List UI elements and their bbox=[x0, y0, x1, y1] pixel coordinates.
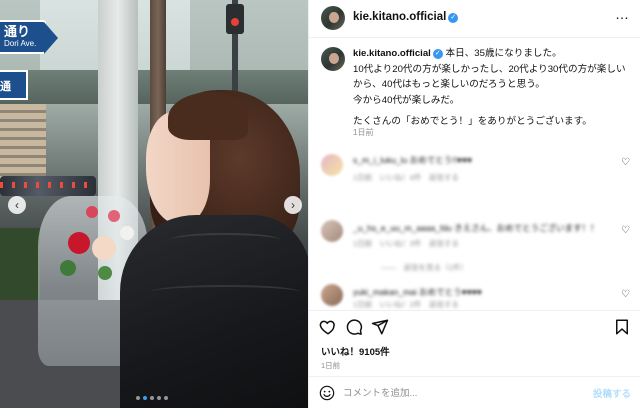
comment-input[interactable] bbox=[343, 385, 583, 401]
comment-like-icon[interactable]: ♡ bbox=[621, 158, 631, 168]
person-bangs bbox=[168, 92, 248, 140]
post-actions bbox=[309, 310, 640, 340]
flower bbox=[108, 210, 120, 222]
flower bbox=[120, 226, 134, 240]
commenter-avatar[interactable] bbox=[321, 284, 343, 306]
post-photo[interactable]: 通り Dori Ave. 通 ‹ › bbox=[0, 0, 308, 408]
carousel-next-button[interactable]: › bbox=[284, 196, 302, 214]
photo-tail-lights bbox=[0, 182, 96, 188]
author-username-line: kie.kitano.official ✓ bbox=[353, 11, 459, 23]
comment-meta[interactable]: 1日前 いいね！4件 返信する bbox=[353, 172, 459, 183]
comment-like-icon[interactable]: ♡ bbox=[621, 226, 631, 236]
like-count[interactable]: いいね！9105件 bbox=[321, 344, 390, 358]
flower bbox=[86, 206, 98, 218]
verified-badge-icon: ✓ bbox=[448, 13, 459, 23]
carousel-dot bbox=[157, 396, 161, 400]
caption-text-line: 今から40代が楽しみだ。 bbox=[353, 94, 460, 106]
carousel-dot bbox=[164, 396, 168, 400]
comment-meta[interactable]: 1日前 いいね！2件 返信する bbox=[353, 299, 459, 310]
comment-text: yuki_makan_mai おめでとう♥♥♥♥ bbox=[353, 287, 482, 297]
flower bbox=[68, 232, 90, 254]
photo-traffic-signal bbox=[226, 4, 244, 34]
caption-author-avatar[interactable] bbox=[321, 47, 345, 71]
post-caption: kie.kitano.official ✓ 本日、35歳になりました。 10代より… bbox=[353, 46, 631, 130]
bookmark-icon[interactable] bbox=[613, 318, 631, 336]
more-options-icon[interactable]: … bbox=[615, 6, 630, 22]
carousel-dot bbox=[150, 396, 154, 400]
post-comment-button[interactable]: 投稿する bbox=[593, 386, 631, 400]
post-date: 1日前 bbox=[321, 361, 341, 370]
caption-username[interactable]: kie.kitano.official bbox=[353, 48, 431, 59]
caption-first-line: kie.kitano.official ✓ 本日、35歳になりました。 bbox=[353, 46, 631, 62]
share-send-icon[interactable] bbox=[371, 318, 389, 336]
like-heart-icon[interactable] bbox=[319, 318, 337, 336]
street-sign-arrow bbox=[44, 22, 58, 54]
flower bbox=[98, 266, 112, 280]
photo-hedge bbox=[0, 228, 40, 308]
photo-building bbox=[0, 104, 46, 184]
flower bbox=[92, 236, 116, 260]
caption-text-line: たくさんの「おめでとう！」をありがとうございます。 bbox=[353, 116, 592, 128]
post-details-panel: kie.kitano.official ✓ … kie.kitano.offici… bbox=[308, 0, 640, 408]
person-coat bbox=[120, 215, 308, 408]
carousel-prev-button[interactable]: ‹ bbox=[8, 196, 26, 214]
street-sign-main: 通り bbox=[4, 24, 31, 39]
caption-text-line: 本日、35歳になりました。 bbox=[445, 48, 562, 59]
street-sign-secondary: 通 bbox=[0, 70, 28, 100]
comment-like-icon[interactable]: ♡ bbox=[621, 290, 631, 300]
post-header: kie.kitano.official ✓ … bbox=[309, 0, 640, 38]
flower bbox=[60, 260, 76, 276]
view-replies-link[interactable]: ―― 返信を見る（1件） bbox=[381, 262, 468, 273]
author-username[interactable]: kie.kitano.official bbox=[353, 11, 446, 23]
comment-bar: 投稿する bbox=[309, 376, 640, 408]
commenter-avatar[interactable] bbox=[321, 220, 343, 242]
comment-text: _u_hs_e_uu_m_aaaa_fdu きえさん、おめでとうございます！！ bbox=[353, 223, 599, 233]
commenter-avatar[interactable] bbox=[321, 154, 343, 176]
carousel-dot bbox=[136, 396, 140, 400]
caption-text-line: 10代より20代の方が楽しかったし、20代より30代の方が楽しい bbox=[353, 63, 626, 75]
author-avatar[interactable] bbox=[321, 6, 345, 30]
emoji-smile-icon[interactable] bbox=[319, 385, 335, 401]
caption-text-line: から、40代はもっと楽しいのだろうと思う。 bbox=[353, 79, 545, 91]
street-sign: 通り Dori Ave. bbox=[0, 20, 46, 54]
comment-bubble-icon[interactable] bbox=[345, 318, 363, 336]
comment-text: s_m_i_luku_lu おめでとう!!♥♥♥ bbox=[353, 155, 473, 165]
carousel-dot bbox=[143, 396, 147, 400]
street-sign-sub: Dori Ave. bbox=[4, 39, 37, 48]
comment-meta[interactable]: 1日前 いいね！3件 返信する bbox=[353, 238, 459, 249]
caption-verified-badge-icon: ✓ bbox=[432, 49, 443, 59]
caption-timestamp: 1日前 bbox=[353, 128, 374, 137]
carousel-dots bbox=[136, 396, 168, 400]
